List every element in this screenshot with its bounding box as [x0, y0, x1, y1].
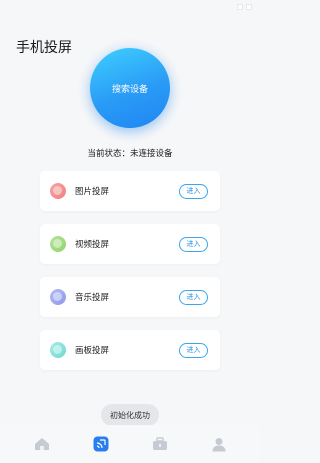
signal-icon — [237, 4, 243, 10]
card-video-cast: 视频投屏 进入 — [40, 224, 220, 264]
toast-message: 初始化成功 — [101, 404, 159, 426]
card-label: 视频投屏 — [75, 240, 110, 250]
tab-profile[interactable] — [199, 429, 239, 459]
search-devices-button[interactable]: 搜索设备 — [90, 48, 170, 128]
enter-button-music-cast[interactable]: 进入 — [179, 289, 208, 305]
search-devices-label: 搜索设备 — [111, 84, 148, 95]
status-prefix: 当前状态： — [87, 149, 130, 159]
tab-cast[interactable] — [81, 429, 121, 459]
tab-home[interactable] — [22, 429, 62, 459]
music-icon — [50, 289, 66, 305]
card-music-cast: 音乐投屏 进入 — [40, 277, 220, 317]
card-label: 图片投屏 — [75, 187, 110, 197]
cast-icon — [93, 436, 108, 452]
card-image-cast: 图片投屏 进入 — [40, 171, 220, 211]
enter-button-image-cast[interactable]: 进入 — [179, 183, 208, 199]
status-bar — [0, 0, 260, 14]
page-title: 手机投屏 — [16, 40, 72, 56]
card-label: 音乐投屏 — [75, 293, 110, 303]
enter-button-video-cast[interactable]: 进入 — [179, 236, 208, 252]
video-icon — [50, 236, 66, 252]
battery-icon — [246, 4, 252, 10]
home-icon — [34, 438, 49, 450]
enter-button-drawing-board-cast[interactable]: 进入 — [179, 342, 208, 358]
card-drawing-board-cast: 画板投屏 进入 — [40, 330, 220, 370]
status-value: 未连接设备 — [130, 149, 173, 159]
drawing-board-icon — [50, 342, 66, 358]
card-label: 画板投屏 — [75, 346, 110, 356]
toolbox-icon — [152, 437, 167, 450]
image-icon — [50, 183, 66, 199]
connection-status: 当前状态：未连接设备 — [0, 147, 260, 159]
profile-icon — [212, 437, 225, 451]
bottom-tab-bar — [0, 425, 260, 463]
tab-toolbox[interactable] — [140, 429, 180, 459]
